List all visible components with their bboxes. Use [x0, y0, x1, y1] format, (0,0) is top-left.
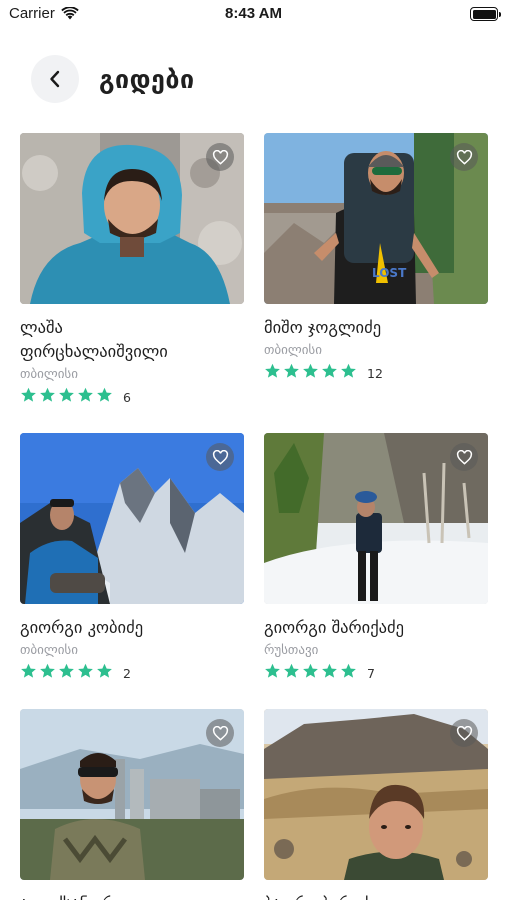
header: გიდები — [31, 55, 195, 103]
favorite-button[interactable] — [450, 719, 478, 747]
star-icon — [59, 387, 74, 402]
star-icon — [40, 387, 55, 402]
heart-icon — [212, 149, 228, 165]
guide-name-line: ლაშა — [20, 318, 63, 337]
star-icon — [265, 663, 280, 678]
guide-city: თბილისი — [20, 367, 78, 382]
chevron-left-icon — [50, 70, 60, 88]
star-icon — [303, 363, 318, 378]
guide-card[interactable]: ბადრი ბერიძე — [264, 709, 488, 900]
guide-name-line: ფირცხალაიშვილი — [20, 342, 168, 361]
guide-card[interactable]: გიორგი შარიქაძე რუსთავი 7 — [264, 433, 488, 682]
star-icon — [341, 363, 356, 378]
star-icon — [284, 663, 299, 678]
rating: 2 — [20, 663, 244, 683]
review-count: 12 — [367, 365, 383, 381]
svg-text:LOST: LOST — [372, 266, 407, 280]
guide-photo — [264, 433, 488, 604]
guide-photo — [20, 133, 244, 304]
guide-name: მიშო ჯოგლიძე — [264, 316, 488, 340]
guide-name-line: გიორგი კობიძე — [20, 618, 144, 637]
heart-icon — [212, 449, 228, 465]
heart-icon — [456, 725, 472, 741]
guide-card[interactable]: ალექსანდრე — [20, 709, 244, 900]
review-count: 7 — [367, 665, 375, 681]
guide-photo — [264, 709, 488, 880]
rating: 12 — [264, 363, 488, 383]
star-icon — [303, 663, 318, 678]
heart-icon — [456, 149, 472, 165]
guide-photo — [20, 433, 244, 604]
battery-icon — [470, 7, 501, 21]
guide-name: ბადრი ბერიძე — [264, 892, 488, 900]
review-count: 2 — [123, 665, 131, 681]
star-icon — [40, 663, 55, 678]
rating: 7 — [264, 663, 488, 683]
guide-city: რუსთავი — [264, 643, 319, 658]
favorite-button[interactable] — [206, 143, 234, 171]
page-title: გიდები — [99, 64, 195, 94]
star-icon — [265, 363, 280, 378]
star-icon — [284, 363, 299, 378]
star-icon — [21, 663, 36, 678]
guide-photo: LOST — [264, 133, 488, 304]
favorite-button[interactable] — [206, 443, 234, 471]
guide-card[interactable]: ლაშა ფირცხალაიშვილი თბილისი 6 — [20, 133, 244, 406]
status-time: 8:43 AM — [225, 5, 282, 22]
star-row — [264, 663, 359, 683]
guide-name: ალექსანდრე — [20, 892, 244, 900]
guide-city: თბილისი — [20, 643, 78, 658]
favorite-button[interactable] — [450, 143, 478, 171]
star-icon — [341, 663, 356, 678]
star-icon — [322, 363, 337, 378]
guide-name: გიორგი შარიქაძე — [264, 616, 488, 640]
guide-city: თბილისი — [264, 343, 322, 358]
guide-card[interactable]: გიორგი კობიძე თბილისი 2 — [20, 433, 244, 682]
rating: 6 — [20, 387, 244, 407]
star-icon — [78, 663, 93, 678]
favorite-button[interactable] — [206, 719, 234, 747]
guide-name-line: ბადრი ბერიძე — [264, 892, 488, 900]
guide-name: გიორგი კობიძე — [20, 616, 244, 640]
star-icon — [322, 663, 337, 678]
star-icon — [21, 387, 36, 402]
back-button[interactable] — [31, 55, 79, 103]
star-row — [20, 387, 115, 407]
guide-name-line: ალექსანდრე — [20, 892, 244, 900]
heart-icon — [212, 725, 228, 741]
star-row — [264, 363, 359, 383]
favorite-button[interactable] — [450, 443, 478, 471]
star-icon — [78, 387, 93, 402]
guide-name-line: მიშო ჯოგლიძე — [264, 318, 382, 337]
guide-photo — [20, 709, 244, 880]
heart-icon — [456, 449, 472, 465]
star-row — [20, 663, 115, 683]
guide-name-line: გიორგი შარიქაძე — [264, 618, 405, 637]
star-icon — [97, 387, 112, 402]
status-bar: Carrier 8:43 AM — [0, 0, 507, 30]
star-icon — [59, 663, 74, 678]
review-count: 6 — [123, 389, 131, 405]
guide-card[interactable]: LOST მიშო ჯოგლიძე თბილისი 12 — [264, 133, 488, 382]
star-icon — [97, 663, 112, 678]
guide-name: ლაშა ფირცხალაიშვილი — [20, 316, 244, 364]
